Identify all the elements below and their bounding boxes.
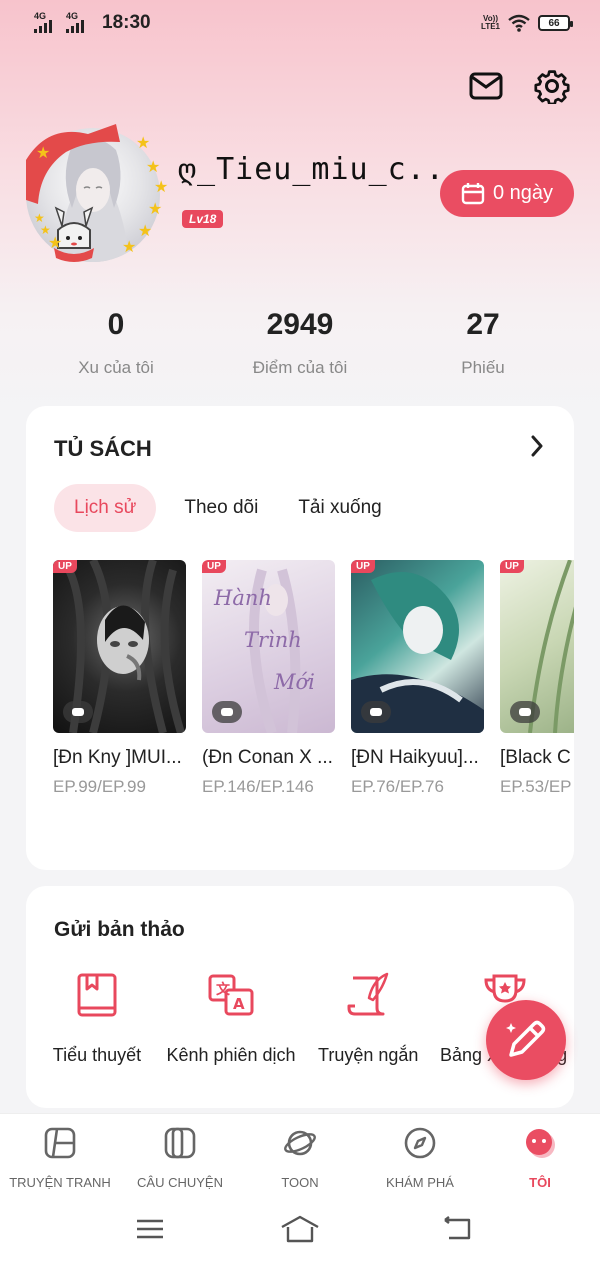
book-item[interactable]: UP [Đn Kny ]MUI... EP.99/EP.99 [53, 560, 186, 797]
status-bar: 4G 4G 18:30 Vo)) LTE1 66 [0, 0, 600, 48]
book-cover: UP [500, 560, 574, 733]
home-icon[interactable] [280, 1209, 320, 1249]
submit-novel[interactable]: Tiểu thuyết [50, 970, 144, 1066]
signal-icon: 4G [66, 11, 92, 33]
book-episodes: EP.76/EP.76 [351, 777, 444, 796]
scroll-quill-icon [347, 972, 389, 1016]
nav-me[interactable]: TÔI [480, 1126, 600, 1190]
battery-icon: 66 [538, 15, 573, 31]
nav-stories[interactable]: CÂU CHUYỆN [120, 1126, 240, 1190]
comic-icon [44, 1127, 76, 1159]
nav-label: CÂU CHUYỆN [137, 1175, 223, 1190]
book-item[interactable]: UP [ĐN Haikyuu]... EP.76/EP.76 [351, 560, 484, 797]
stat-label: Điểm của tôi [252, 358, 348, 377]
submit-option-label: Tiểu thuyết [52, 1045, 142, 1065]
tab-following[interactable]: Theo dõi [164, 484, 278, 532]
tab-history[interactable]: Lịch sử [54, 484, 157, 532]
book-list: UP [Đn Kny ]MUI... EP.99/EP.99 Hành Trìn… [53, 560, 574, 810]
network-type-label: 4G [66, 11, 79, 21]
book-episodes: EP.146/EP.146 [202, 777, 314, 796]
book-icon [77, 973, 117, 1017]
nav-toon[interactable]: TOON [240, 1126, 360, 1190]
comment-icon [63, 701, 93, 723]
cover-text: Hành [214, 586, 272, 610]
nav-label: TRUYỆN TRANH [9, 1175, 111, 1190]
comment-icon [212, 701, 242, 723]
submit-option-label: Truyện ngắn [318, 1045, 419, 1065]
submit-card: Gửi bản thảo Tiểu thuyết 文 A Kênh phiên … [26, 886, 574, 1108]
book-title: (Đn Conan X ... [202, 747, 333, 768]
nav-label: TOON [281, 1175, 319, 1190]
book-episodes: EP.99/EP.99 [53, 777, 146, 796]
battery-level: 66 [548, 17, 560, 29]
menu-icon[interactable] [130, 1209, 170, 1249]
svg-text:文: 文 [216, 981, 231, 998]
nav-label: TÔI [529, 1175, 551, 1190]
book-cover: UP [351, 560, 484, 733]
wifi-icon [508, 14, 530, 32]
stat-label: Xu của tôi [78, 358, 154, 377]
network-type-label: 4G [34, 11, 47, 21]
face-icon [526, 1129, 555, 1158]
book-title: [Đn Kny ]MUI... [53, 747, 182, 768]
stat-coins[interactable]: 0 Xu của tôi [16, 308, 216, 378]
comment-icon [361, 701, 391, 723]
book-item[interactable]: UP [Black C EP.53/EP [500, 560, 574, 797]
cover-text: Trình [244, 628, 302, 652]
system-navigation-bar [0, 1193, 600, 1267]
submit-title: Gửi bản thảo [54, 918, 185, 941]
stat-value: 27 [466, 308, 500, 341]
bookshelf-card: TỦ SÁCH Lịch sử Theo dõi Tải xuống UP [Đ… [26, 406, 574, 870]
volte-indicator: Vo)) LTE1 [481, 15, 500, 31]
cover-text: Mới [274, 670, 315, 694]
book-title: [Black C [500, 747, 571, 768]
translate-icon: 文 A [208, 974, 254, 1016]
book-item[interactable]: Hành Trình Mới UP (Đn Conan X ... EP.146… [202, 560, 335, 797]
volte-bottom-label: LTE1 [481, 22, 500, 31]
up-badge: UP [500, 560, 524, 573]
submit-translation[interactable]: 文 A Kênh phiên dịch [166, 970, 296, 1066]
up-badge: UP [53, 560, 77, 573]
bookshelf-title: TỦ SÁCH [54, 436, 152, 461]
nav-explore[interactable]: KHÁM PHÁ [360, 1126, 480, 1190]
clock: 18:30 [102, 12, 151, 33]
username: ღ_Tieu_miu_c... [178, 152, 464, 187]
compass-icon [404, 1127, 436, 1159]
chevron-right-icon[interactable] [522, 428, 552, 464]
book-episodes: EP.53/EP [500, 777, 572, 796]
nav-label: KHÁM PHÁ [386, 1175, 454, 1190]
gear-icon[interactable] [532, 66, 572, 106]
back-icon[interactable] [438, 1209, 478, 1249]
check-in-days-label: 0 ngày [492, 182, 554, 204]
bottom-navigation: TRUYỆN TRANH CÂU CHUYỆN TOON KHÁM PHÁ TÔ… [0, 1113, 600, 1193]
stat-label: Phiếu [461, 358, 505, 377]
planet-icon [284, 1130, 316, 1156]
stat-tickets[interactable]: 27 Phiếu [383, 308, 583, 378]
mail-icon[interactable] [466, 66, 506, 106]
avatar[interactable]: ★ ★ ★ ★ ★ ★ ★ ★ ★ ★ [18, 120, 168, 270]
signal-icon: 4G [34, 11, 60, 33]
book-cover: UP [53, 560, 186, 733]
submit-short-story[interactable]: Truyện ngắn [318, 970, 418, 1066]
calendar-icon [461, 182, 485, 204]
submit-option-label: Kênh phiên dịch [166, 1045, 296, 1065]
up-badge: UP [351, 560, 375, 573]
tab-downloads[interactable]: Tải xuống [278, 484, 401, 532]
write-fab-button[interactable] [486, 1000, 566, 1080]
level-badge: Lv18 [182, 210, 224, 228]
stat-value: 2949 [266, 308, 334, 341]
comment-icon [510, 701, 540, 723]
books-icon [164, 1127, 196, 1159]
svg-text:A: A [233, 995, 245, 1013]
pencil-icon [506, 1020, 546, 1057]
nav-comics[interactable]: TRUYỆN TRANH [0, 1126, 120, 1190]
book-title: [ĐN Haikyuu]... [351, 747, 479, 768]
bookshelf-tabs: Lịch sử Theo dõi Tải xuống [54, 484, 402, 532]
stat-value: 0 [107, 308, 125, 341]
up-badge: UP [202, 560, 226, 573]
check-in-button[interactable]: 0 ngày [440, 170, 574, 217]
stat-points[interactable]: 2949 Điểm của tôi [200, 308, 400, 378]
book-cover: Hành Trình Mới UP [202, 560, 335, 733]
